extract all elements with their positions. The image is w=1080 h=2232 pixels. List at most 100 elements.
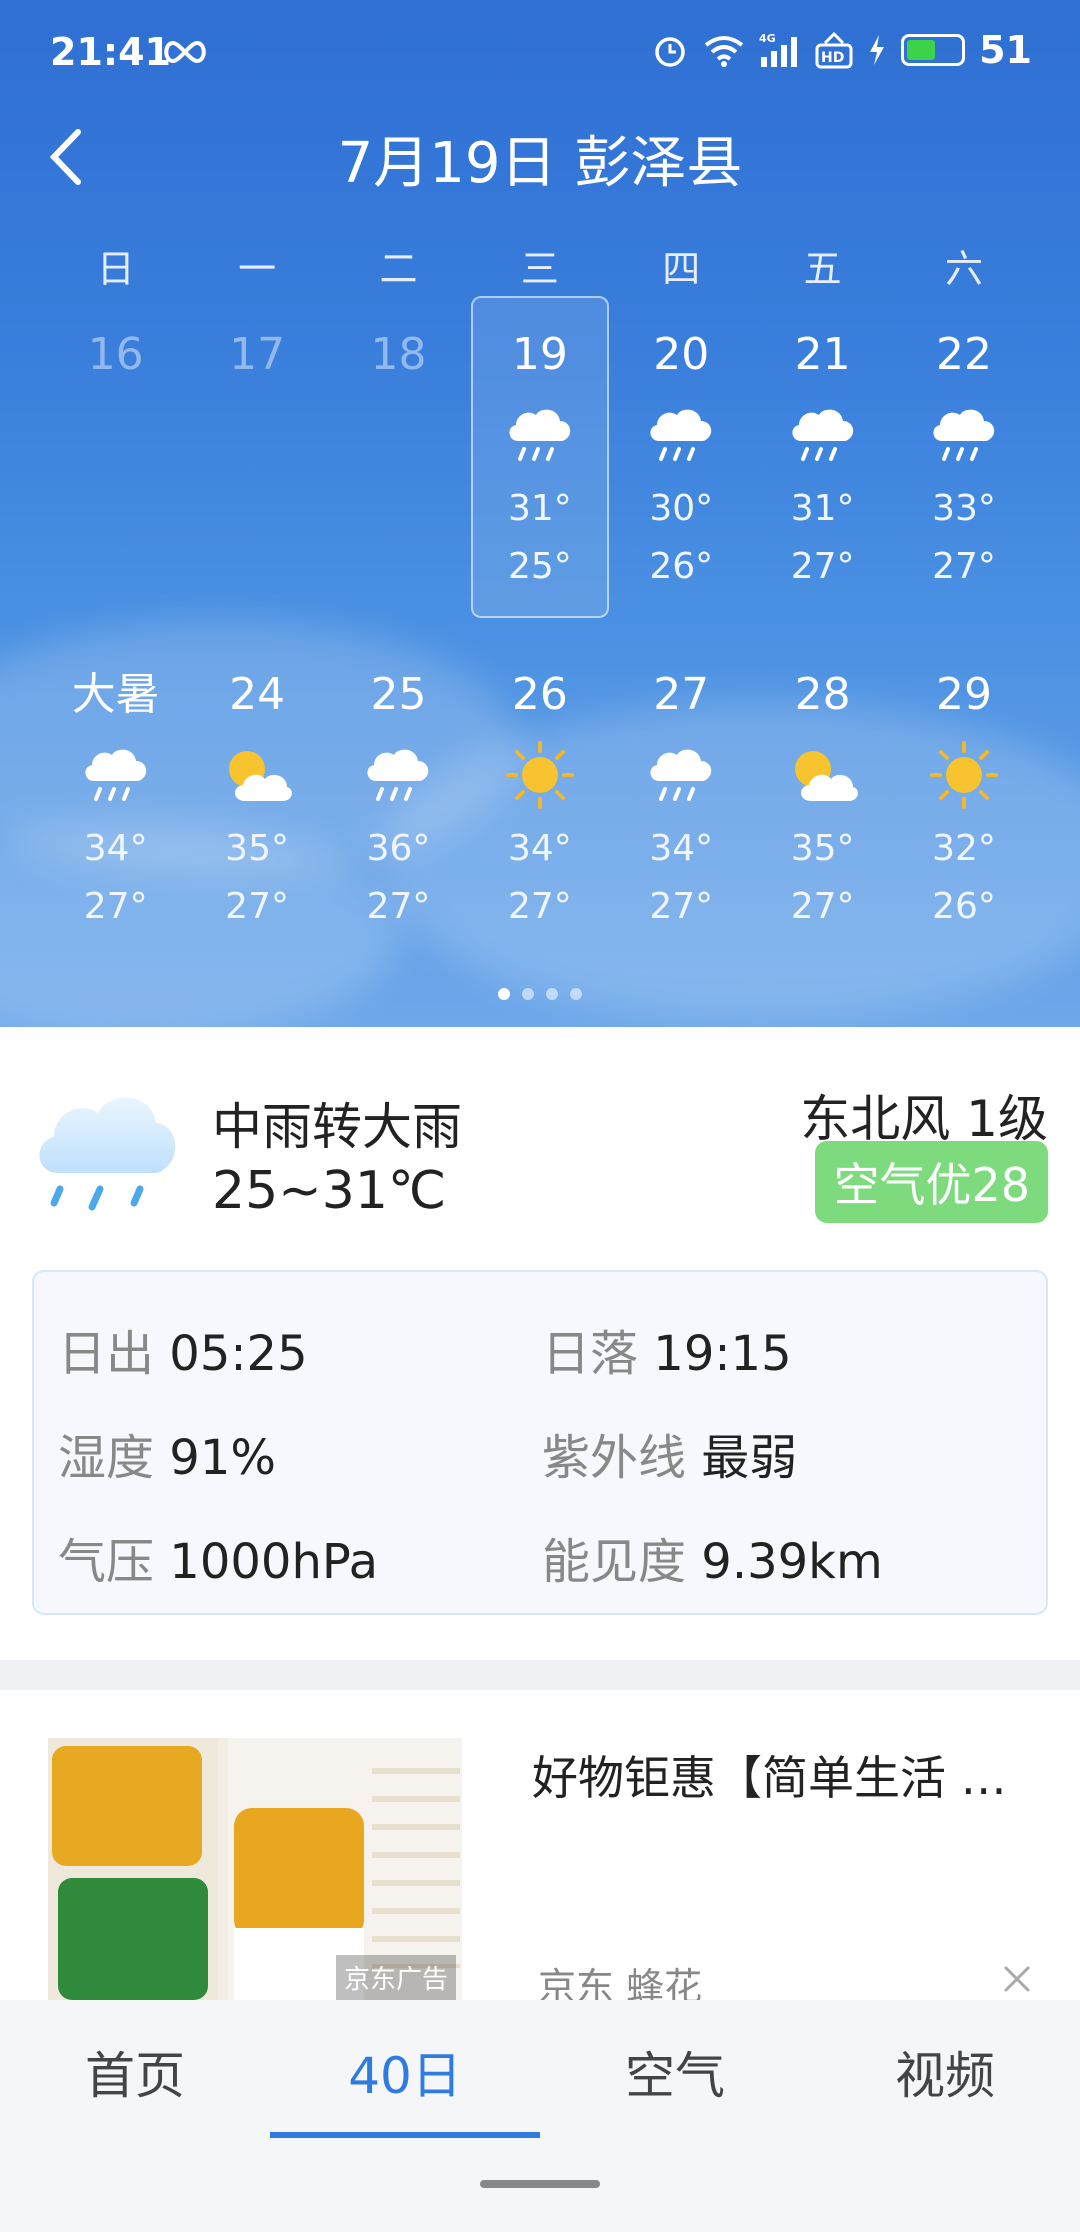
tab-home[interactable]: 首页 — [0, 2036, 270, 2108]
ad-tag: 京东广告 — [335, 1955, 456, 2000]
hd-call-icon: HD — [815, 31, 853, 69]
day-number: 27 — [653, 669, 710, 720]
tab-video[interactable]: 视频 — [810, 2036, 1080, 2108]
weekday-label: 五 — [803, 247, 842, 291]
day-number: 20 — [653, 329, 710, 380]
day-high-temp: 34° — [507, 828, 572, 869]
calendar-day[interactable]: 28 35° 27° — [752, 660, 893, 936]
battery-level: 51 — [979, 28, 1032, 72]
visibility-label: 能见度 — [542, 1534, 687, 1590]
day-number: 22 — [936, 329, 993, 380]
sun-icon — [893, 730, 1034, 820]
weekday-label: 三 — [520, 247, 559, 291]
day-low-temp: 27° — [83, 886, 148, 927]
humidity-label: 湿度 — [58, 1430, 155, 1486]
calendar-day[interactable]: 25 36° 27° — [328, 660, 469, 936]
humidity-row: 湿度 91% — [58, 1418, 276, 1488]
alarm-icon — [655, 37, 685, 67]
calendar-day[interactable]: 27 34° 27° — [611, 660, 752, 936]
rain-cloud-icon — [39, 1097, 176, 1211]
calendar-day[interactable]: 26 34° 27° — [469, 660, 610, 936]
page-dot — [570, 988, 582, 1000]
humidity-value: 91% — [169, 1430, 276, 1486]
day-number: 24 — [229, 669, 286, 720]
rain-cloud-icon — [45, 730, 186, 820]
ad-card[interactable]: 京东广告 好物钜惠【简单生活 购物上京东】 京东 蜂花 — [0, 1690, 1080, 2009]
uv-label: 紫外线 — [542, 1430, 687, 1486]
rain-cloud-icon — [893, 390, 1034, 480]
weekday-label: 日 — [96, 247, 135, 291]
weekday-label: 一 — [238, 247, 277, 291]
charging-icon — [870, 35, 885, 65]
today-summary: 中雨转大雨 25~31℃ 东北风 1级 空气优28 — [0, 1027, 1080, 1227]
day-number: 19 — [511, 329, 568, 380]
day-high-temp: 32° — [932, 828, 996, 869]
home-indicator[interactable] — [480, 2180, 600, 2188]
uv-value: 最弱 — [701, 1430, 798, 1486]
infinity-icon — [164, 40, 206, 64]
day-high-temp: 35° — [790, 828, 855, 869]
day-low-temp: 27° — [225, 886, 289, 927]
calendar-day-selected[interactable]: 19 31° 25° — [469, 296, 610, 618]
calendar-day[interactable]: 24 35° 27° — [186, 660, 327, 936]
calendar-week-1: 16 17 18 19 31° 25° 20 30° 26° 21 31° 27… — [45, 296, 1035, 618]
day-number: 29 — [936, 669, 993, 720]
sunset-label: 日落 — [542, 1326, 639, 1382]
status-bar: 21:41 4G HD 51 — [0, 0, 1080, 108]
weekday-label: 六 — [945, 247, 984, 291]
calendar-day[interactable]: 29 32° 26° — [893, 660, 1034, 936]
day-high-temp: 36° — [366, 828, 431, 869]
calendar-day[interactable]: 16 — [45, 320, 186, 596]
weekday-label: 二 — [379, 247, 418, 291]
sunset-row: 日落 19:15 — [542, 1314, 792, 1384]
rain-cloud-icon — [611, 390, 752, 480]
calendar-day[interactable]: 18 — [328, 320, 469, 596]
day-high-temp: 35° — [225, 828, 289, 869]
day-low-temp: 26° — [932, 886, 996, 927]
weekday-header: 日 一 二 三 四 五 六 — [45, 238, 1035, 293]
svg-text:4G: 4G — [759, 32, 776, 45]
day-low-temp: 27° — [507, 886, 572, 927]
ad-image[interactable]: 京东广告 — [48, 1738, 462, 2000]
day-low-temp: 27° — [932, 546, 996, 587]
ad-title[interactable]: 好物钜惠【简单生活 购物上京东】 — [532, 1742, 1042, 1808]
day-low-temp: 27° — [790, 546, 855, 587]
day-number: 25 — [370, 669, 427, 720]
day-low-temp: 27° — [366, 886, 431, 927]
day-number: 16 — [87, 329, 144, 380]
day-low-temp: 27° — [649, 886, 714, 927]
close-icon[interactable] — [1000, 1962, 1034, 1996]
active-tab-indicator — [270, 2132, 540, 2138]
pressure-label: 气压 — [58, 1534, 155, 1590]
rain-cloud-icon — [328, 730, 469, 820]
day-number: 大暑 — [71, 669, 160, 720]
sunset-value: 19:15 — [653, 1326, 792, 1382]
air-quality-badge[interactable]: 空气优28 — [815, 1141, 1048, 1223]
day-high-temp: 31° — [507, 488, 572, 529]
tab-air[interactable]: 空气 — [540, 2036, 810, 2108]
calendar-day[interactable]: 大暑 34° 27° — [45, 660, 186, 936]
day-number: 18 — [370, 329, 427, 380]
rain-cloud-icon — [752, 390, 893, 480]
calendar-day[interactable]: 22 33° 27° — [893, 320, 1034, 596]
calendar-day[interactable]: 17 — [186, 320, 327, 596]
calendar-day[interactable]: 21 31° 27° — [752, 320, 893, 596]
partly-cloudy-icon — [186, 730, 327, 820]
sunrise-label: 日出 — [58, 1326, 155, 1382]
weather-details-card: 日出 05:25 日落 19:15 湿度 91% 紫外线 最弱 气压 1000h… — [32, 1270, 1048, 1615]
page-indicator — [0, 988, 1080, 1000]
day-number: 26 — [511, 669, 568, 720]
status-icons: 4G HD 51 — [651, 28, 1032, 72]
visibility-value: 9.39km — [701, 1534, 883, 1590]
day-number: 28 — [794, 669, 851, 720]
uv-row: 紫外线 最弱 — [542, 1418, 797, 1488]
calendar-day[interactable]: 20 30° 26° — [611, 320, 752, 596]
calendar-header: 21:41 4G HD 51 7月19日 彭泽县 日 一 二 三 四 五 六 1… — [0, 0, 1080, 1027]
rain-cloud-icon — [611, 730, 752, 820]
day-high-temp: 34° — [649, 828, 714, 869]
signal-4g-icon: 4G — [759, 32, 798, 67]
sun-icon — [469, 730, 610, 820]
day-low-temp: 26° — [649, 546, 714, 587]
tab-40-day[interactable]: 40日 — [270, 2036, 540, 2108]
day-low-temp: 27° — [790, 886, 855, 927]
